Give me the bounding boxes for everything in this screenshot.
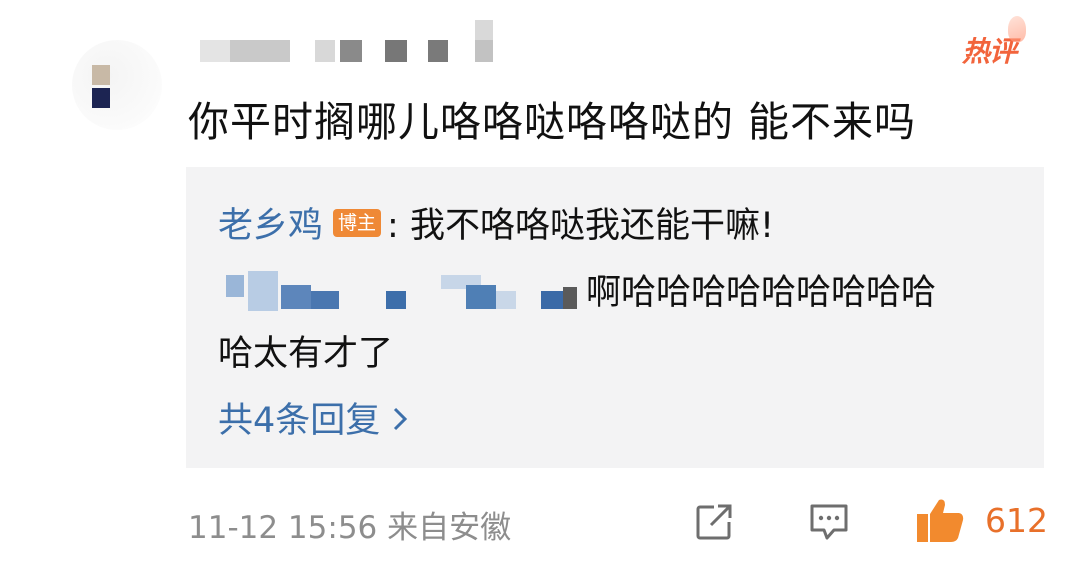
reply-text: 啊哈哈哈哈哈哈哈哈哈	[586, 273, 937, 313]
reply-item: 老乡鸡 博主 : 我不咯咯哒我还能干嘛!	[218, 197, 774, 248]
share-icon[interactable]	[694, 502, 734, 542]
reply-text: : 我不咯咯哒我还能干嘛!	[387, 206, 774, 246]
reply-text: 哈太有才了	[218, 334, 394, 374]
avatar[interactable]	[72, 40, 162, 130]
hot-comment-badge: 热评	[962, 16, 1027, 70]
comment-text: 你平时搁哪儿咯咯哒咯咯哒的 能不来吗	[188, 98, 917, 146]
comment-icon[interactable]	[808, 502, 850, 542]
thumbs-up-icon[interactable]	[915, 496, 967, 544]
reply-author[interactable]: 老乡鸡	[218, 197, 323, 248]
like-count: 612	[985, 501, 1048, 540]
avatar-pixel	[92, 65, 110, 85]
more-replies-label: 共4条回复	[218, 401, 381, 441]
reply-username-redacted[interactable]	[226, 267, 586, 311]
comment-timestamp: 11-12 15:56 来自安徽	[188, 510, 512, 546]
reply-box[interactable]: 老乡鸡 博主 : 我不咯咯哒我还能干嘛! 啊哈哈哈哈哈哈哈哈哈 哈太有才了 共4…	[186, 167, 1044, 468]
view-more-replies-link[interactable]: 共4条回复	[218, 392, 408, 443]
author-badge: 博主	[333, 208, 382, 237]
avatar-pixel	[92, 88, 110, 108]
chevron-right-icon	[392, 405, 408, 440]
